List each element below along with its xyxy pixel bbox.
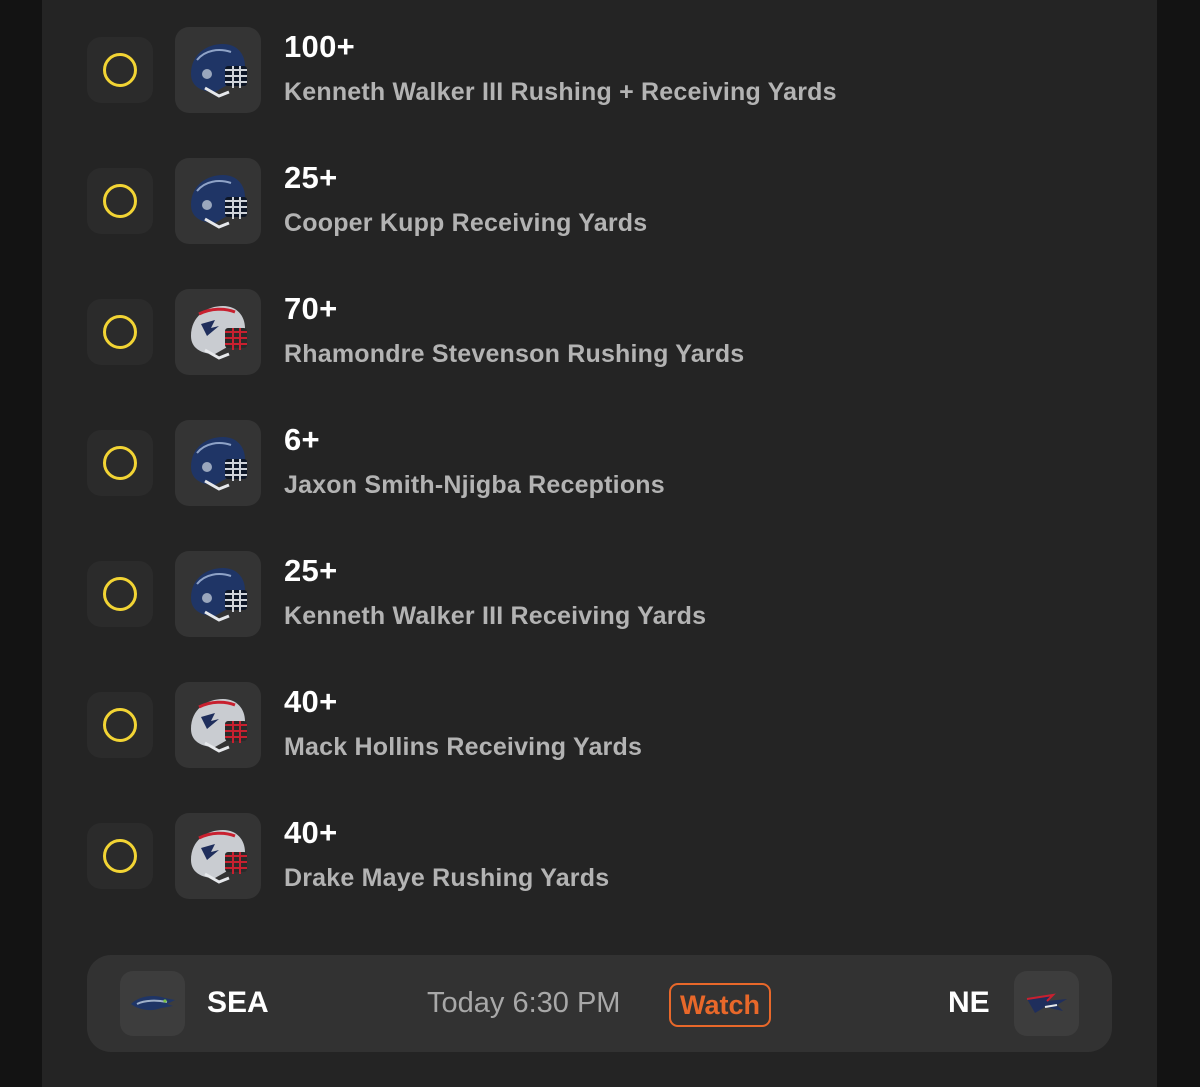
- radio-circle-icon: [103, 839, 137, 873]
- prop-description: Kenneth Walker III Rushing + Receiving Y…: [284, 78, 837, 106]
- prop-line: 25+: [284, 160, 338, 195]
- select-radio[interactable]: [87, 168, 153, 234]
- prop-row[interactable]: 40+ Mack Hollins Receiving Yards: [87, 682, 1107, 770]
- prop-description: Cooper Kupp Receiving Yards: [284, 209, 648, 237]
- radio-circle-icon: [103, 53, 137, 87]
- watch-button[interactable]: Watch: [669, 983, 771, 1027]
- radio-circle-icon: [103, 315, 137, 349]
- radio-circle-icon: [103, 184, 137, 218]
- prop-row[interactable]: 6+ Jaxon Smith-Njigba Receptions: [87, 420, 1107, 508]
- prop-description: Drake Maye Rushing Yards: [284, 864, 610, 892]
- props-panel: 100+ Kenneth Walker III Rushing + Receiv…: [42, 0, 1157, 1087]
- radio-circle-icon: [103, 446, 137, 480]
- seahawks-logo-icon: [120, 971, 185, 1036]
- patriots-logo-icon: [1014, 971, 1079, 1036]
- prop-line: 100+: [284, 29, 356, 64]
- seahawks-helmet-icon: [175, 420, 261, 506]
- game-time: Today 6:30 PM: [427, 987, 621, 1019]
- prop-row[interactable]: 100+ Kenneth Walker III Rushing + Receiv…: [87, 27, 1107, 115]
- prop-description: Rhamondre Stevenson Rushing Yards: [284, 340, 745, 368]
- prop-row[interactable]: 25+ Kenneth Walker III Receiving Yards: [87, 551, 1107, 639]
- game-matchup-card[interactable]: SEA Today 6:30 PM Watch NE: [87, 955, 1112, 1052]
- prop-description: Jaxon Smith-Njigba Receptions: [284, 471, 665, 499]
- select-radio[interactable]: [87, 561, 153, 627]
- select-radio[interactable]: [87, 299, 153, 365]
- home-team-abbr: NE: [948, 986, 990, 1019]
- radio-circle-icon: [103, 708, 137, 742]
- seahawks-helmet-icon: [175, 551, 261, 637]
- away-team-abbr: SEA: [207, 986, 269, 1019]
- prop-description: Kenneth Walker III Receiving Yards: [284, 602, 707, 630]
- patriots-helmet-icon: [175, 289, 261, 375]
- prop-line: 6+: [284, 422, 320, 457]
- select-radio[interactable]: [87, 37, 153, 103]
- select-radio[interactable]: [87, 692, 153, 758]
- radio-circle-icon: [103, 577, 137, 611]
- patriots-helmet-icon: [175, 813, 261, 899]
- prop-row[interactable]: 25+ Cooper Kupp Receiving Yards: [87, 158, 1107, 246]
- select-radio[interactable]: [87, 430, 153, 496]
- prop-row[interactable]: 40+ Drake Maye Rushing Yards: [87, 813, 1107, 901]
- prop-line: 40+: [284, 684, 338, 719]
- seahawks-helmet-icon: [175, 27, 261, 113]
- prop-line: 25+: [284, 553, 338, 588]
- prop-row[interactable]: 70+ Rhamondre Stevenson Rushing Yards: [87, 289, 1107, 377]
- prop-line: 40+: [284, 815, 338, 850]
- select-radio[interactable]: [87, 823, 153, 889]
- patriots-helmet-icon: [175, 682, 261, 768]
- prop-description: Mack Hollins Receiving Yards: [284, 733, 643, 761]
- seahawks-helmet-icon: [175, 158, 261, 244]
- prop-line: 70+: [284, 291, 338, 326]
